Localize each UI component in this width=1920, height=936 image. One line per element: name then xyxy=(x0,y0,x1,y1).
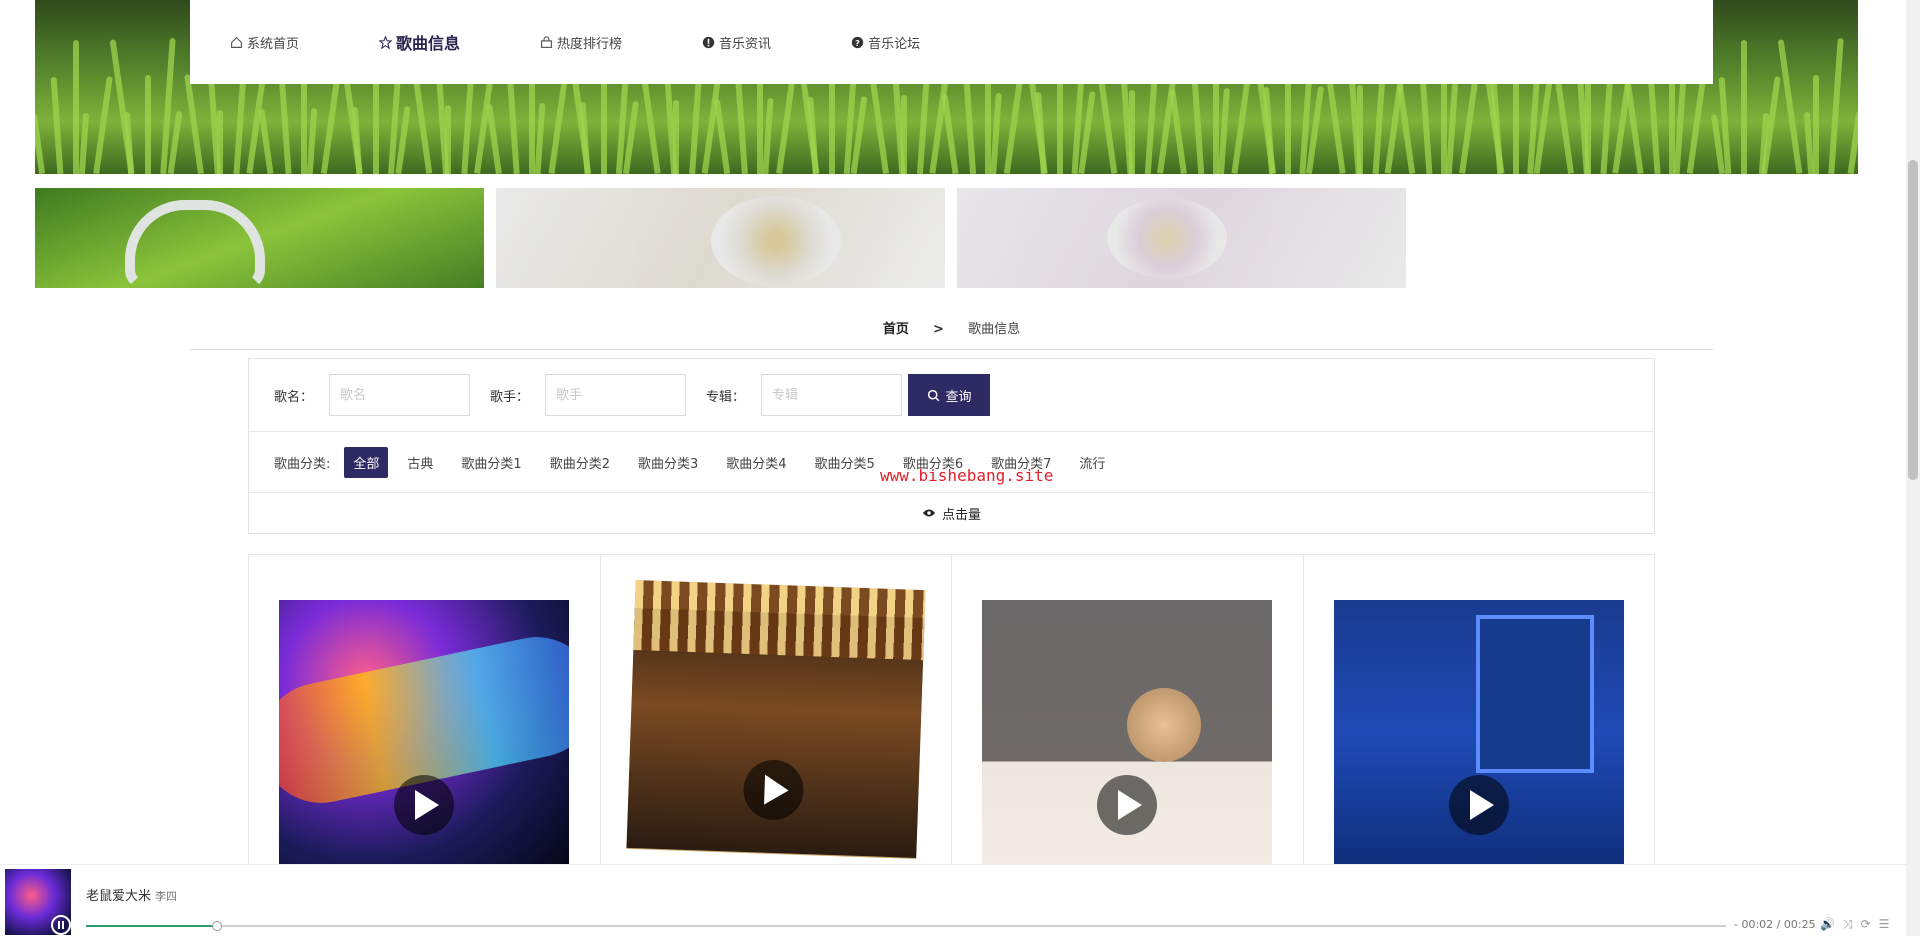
nav-item-ranking[interactable]: 热度排行榜 xyxy=(540,33,622,52)
album-label: 专辑： xyxy=(706,389,746,405)
player-elapsed: - 00:02 xyxy=(1734,918,1774,931)
nav-item-forum[interactable]: ? 音乐论坛 xyxy=(851,33,920,52)
play-icon[interactable] xyxy=(1448,775,1509,835)
music-player: 老鼠爱大米 李四 - 00:02 / 00:25 🔊 ⤨ ⟳ ☰ xyxy=(0,864,1906,936)
song-card[interactable] xyxy=(1304,555,1655,869)
player-progress-knob[interactable] xyxy=(212,921,223,931)
song-card[interactable] xyxy=(249,555,601,869)
player-song-title: 老鼠爱大米 李四 xyxy=(86,885,177,904)
alert-icon xyxy=(702,36,715,48)
song-name-label: 歌名： xyxy=(274,389,314,405)
top-nav: 系统首页 歌曲信息 热度排行榜 音乐资讯 ? 音乐论坛 xyxy=(190,0,1713,84)
question-icon: ? xyxy=(851,36,864,48)
category-item[interactable]: 古典 xyxy=(398,447,442,478)
player-cover xyxy=(5,869,71,935)
sort-label: 点击量 xyxy=(941,507,981,523)
watermark-text: www.bishebang.site xyxy=(880,466,1054,485)
nav-label: 音乐资讯 xyxy=(719,36,772,52)
album-input[interactable] xyxy=(761,374,903,416)
category-item[interactable]: 歌曲分类1 xyxy=(452,447,530,478)
nav-label: 热度排行榜 xyxy=(557,36,623,52)
player-time: - 00:02 / 00:25 xyxy=(1734,918,1816,931)
loop-icon[interactable]: ⟳ xyxy=(1861,917,1871,932)
shuffle-icon[interactable]: ⤨ xyxy=(1843,917,1853,932)
nav-label: 歌曲信息 xyxy=(396,34,461,53)
breadcrumb: 首页 > 歌曲信息 xyxy=(190,318,1713,350)
scrollbar-thumb[interactable] xyxy=(1908,160,1918,480)
nav-item-songs[interactable]: 歌曲信息 xyxy=(379,30,460,54)
play-icon[interactable] xyxy=(394,775,455,835)
song-card[interactable] xyxy=(601,555,952,868)
nav-label: 音乐论坛 xyxy=(868,36,921,52)
eye-icon xyxy=(922,509,936,517)
query-button-label: 查询 xyxy=(945,388,972,404)
player-artist: 李四 xyxy=(155,890,178,903)
song-cover[interactable] xyxy=(626,580,926,859)
star-icon xyxy=(379,35,393,49)
nav-item-home[interactable]: 系统首页 xyxy=(230,33,299,52)
search-icon xyxy=(927,389,939,401)
nav-item-news[interactable]: 音乐资讯 xyxy=(702,33,771,52)
player-progress-bar[interactable] xyxy=(86,921,1726,931)
breadcrumb-home[interactable]: 首页 xyxy=(883,322,909,337)
filter-panel: 歌名： 歌手： 专辑： 查询 歌曲分类: 全部古典歌曲分类1 歌曲分类2 歌曲分类3… xyxy=(248,358,1655,534)
page-scrollbar[interactable] xyxy=(1906,0,1920,936)
banner-thumb-record[interactable] xyxy=(496,188,945,288)
query-button[interactable]: 查询 xyxy=(908,374,991,416)
pause-icon[interactable] xyxy=(51,915,71,935)
category-item[interactable]: 歌曲分类4 xyxy=(717,447,795,478)
category-item[interactable]: 歌曲分类3 xyxy=(629,447,707,478)
breadcrumb-current: 歌曲信息 xyxy=(968,322,1021,337)
banner-thumb-speakers[interactable] xyxy=(957,188,1406,288)
playlist-icon[interactable]: ☰ xyxy=(1879,917,1890,932)
song-cover[interactable] xyxy=(279,600,570,869)
svg-text:?: ? xyxy=(855,37,860,47)
singer-input[interactable] xyxy=(545,374,687,416)
search-row: 歌名： 歌手： 专辑： 查询 xyxy=(249,359,1654,432)
song-card[interactable] xyxy=(952,555,1304,869)
play-icon[interactable] xyxy=(1097,775,1158,835)
player-title-text: 老鼠爱大米 xyxy=(86,889,152,904)
nav-label: 系统首页 xyxy=(247,36,300,52)
singer-label: 歌手： xyxy=(490,389,530,405)
song-cover[interactable] xyxy=(1333,600,1624,869)
song-name-input[interactable] xyxy=(329,374,471,416)
player-duration: 00:25 xyxy=(1783,918,1816,931)
category-item[interactable]: 歌曲分类5 xyxy=(806,447,884,478)
sort-by-clicks[interactable]: 点击量 xyxy=(249,493,1654,533)
song-grid xyxy=(248,554,1655,869)
category-label: 歌曲分类: xyxy=(274,456,331,472)
bag-icon xyxy=(541,35,552,48)
category-item[interactable]: 全部 xyxy=(344,446,389,478)
player-controls: 🔊 ⤨ ⟳ ☰ xyxy=(1820,917,1889,932)
banner-thumbnails xyxy=(35,188,1406,290)
home-icon xyxy=(231,36,242,48)
player-progress-fill xyxy=(86,925,218,927)
category-item[interactable]: 流行 xyxy=(1070,447,1114,478)
category-item[interactable]: 歌曲分类2 xyxy=(541,447,619,478)
song-cover[interactable] xyxy=(982,600,1273,869)
banner-thumb-headphones[interactable] xyxy=(35,188,484,290)
breadcrumb-separator: > xyxy=(933,322,944,337)
volume-icon[interactable]: 🔊 xyxy=(1820,917,1835,932)
